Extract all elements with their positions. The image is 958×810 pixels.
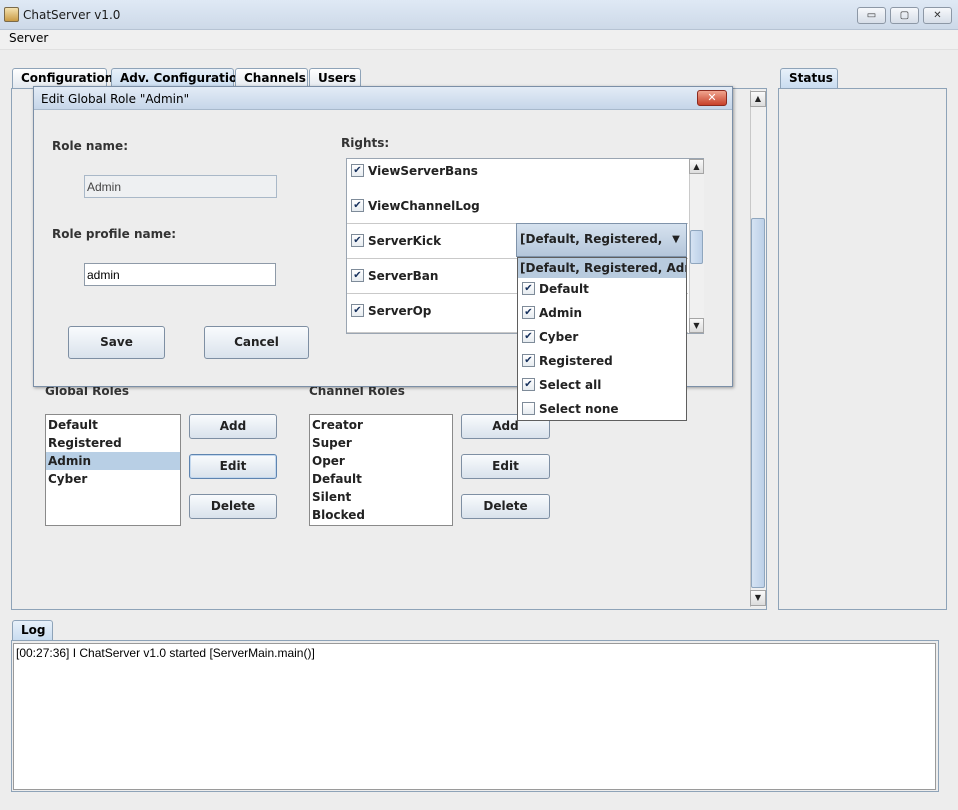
menu-bar bbox=[0, 30, 958, 50]
combo-value: [Default, Registered, Ad... bbox=[520, 232, 665, 246]
checkbox-serverban[interactable]: ✔ bbox=[351, 269, 364, 282]
global-roles-list[interactable]: Default Registered Admin Cyber bbox=[45, 414, 181, 526]
minimize-button[interactable]: ▭ bbox=[857, 7, 886, 24]
checkbox-select-none[interactable] bbox=[522, 402, 535, 415]
edit-channel-role-button[interactable]: Edit bbox=[461, 454, 550, 479]
role-name-label: Role name: bbox=[52, 139, 128, 153]
checkbox-serverop[interactable]: ✔ bbox=[351, 304, 364, 317]
dialog-close-button[interactable]: ✕ bbox=[697, 90, 727, 106]
list-item[interactable]: Silent bbox=[310, 488, 452, 506]
tab-log[interactable]: Log bbox=[12, 620, 53, 640]
checkbox-serverkick[interactable]: ✔ bbox=[351, 234, 364, 247]
right-label-serverban: ServerBan bbox=[368, 269, 439, 283]
channel-roles-list[interactable]: Creator Super Oper Default Silent Blocke… bbox=[309, 414, 453, 526]
popup-label-admin: Admin bbox=[539, 306, 583, 320]
popup-label-select-all: Select all bbox=[539, 378, 602, 392]
list-item[interactable]: Creator bbox=[310, 416, 452, 434]
right-label-viewserverbans: ViewServerBans bbox=[368, 164, 478, 178]
checkbox-registered[interactable]: ✔ bbox=[522, 354, 535, 367]
right-label-serverkick: ServerKick bbox=[368, 234, 442, 248]
checkbox-viewserverbans[interactable]: ✔ bbox=[351, 164, 364, 177]
right-label-serverop: ServerOp bbox=[368, 304, 432, 318]
popup-label-cyber: Cyber bbox=[539, 330, 579, 344]
delete-channel-role-button[interactable]: Delete bbox=[461, 494, 550, 519]
tab-channels[interactable]: Channels bbox=[235, 68, 308, 88]
tab-status[interactable]: Status bbox=[780, 68, 838, 88]
list-item[interactable]: Oper bbox=[310, 452, 452, 470]
list-item[interactable]: Admin bbox=[46, 452, 180, 470]
minimize-icon: ▭ bbox=[866, 10, 877, 21]
close-icon: ✕ bbox=[933, 10, 942, 21]
close-icon: ✕ bbox=[707, 91, 717, 104]
list-item[interactable]: Blocked bbox=[310, 506, 452, 524]
tab-adv-configuration[interactable]: Adv. Configuration bbox=[111, 68, 246, 88]
tab-users[interactable]: Users bbox=[309, 68, 361, 88]
checkbox-admin[interactable]: ✔ bbox=[522, 306, 535, 319]
list-item[interactable]: Super bbox=[310, 434, 452, 452]
list-item[interactable]: Default bbox=[310, 470, 452, 488]
popup-label-default: Default bbox=[539, 282, 589, 296]
role-profile-label: Role profile name: bbox=[52, 227, 177, 241]
maximize-icon: ▢ bbox=[899, 10, 910, 21]
checkbox-cyber[interactable]: ✔ bbox=[522, 330, 535, 343]
edit-global-role-button[interactable]: Edit bbox=[189, 454, 277, 479]
checkbox-viewchannellog[interactable]: ✔ bbox=[351, 199, 364, 212]
role-name-field bbox=[84, 175, 277, 198]
chevron-down-icon[interactable]: ▼ bbox=[666, 224, 686, 256]
popup-label-registered: Registered bbox=[539, 354, 613, 368]
popup-label-select-none: Select none bbox=[539, 402, 619, 416]
close-window-button[interactable]: ✕ bbox=[923, 7, 952, 24]
dialog-title: Edit Global Role "Admin" bbox=[41, 92, 190, 106]
menu-server[interactable]: Server bbox=[9, 31, 48, 45]
main-scroll-thumb[interactable] bbox=[751, 218, 765, 588]
scroll-up-icon[interactable]: ▲ bbox=[750, 91, 766, 107]
log-area[interactable] bbox=[13, 643, 936, 790]
cancel-button[interactable]: Cancel bbox=[204, 326, 309, 359]
rights-label: Rights: bbox=[341, 136, 390, 150]
right-label-viewchannellog: ViewChannelLog bbox=[368, 199, 480, 213]
popup-header-text: [Default, Registered, Admin, Cyber] bbox=[520, 261, 686, 275]
list-item[interactable]: Registered bbox=[46, 434, 180, 452]
scroll-down-icon[interactable]: ▼ bbox=[689, 318, 704, 333]
checkbox-select-all[interactable]: ✔ bbox=[522, 378, 535, 391]
list-item[interactable]: Cyber bbox=[46, 470, 180, 488]
scroll-down-icon[interactable]: ▼ bbox=[750, 590, 766, 606]
scroll-up-icon[interactable]: ▲ bbox=[689, 159, 704, 174]
add-global-role-button[interactable]: Add bbox=[189, 414, 277, 439]
maximize-button[interactable]: ▢ bbox=[890, 7, 919, 24]
checkbox-default[interactable]: ✔ bbox=[522, 282, 535, 295]
title-bar bbox=[0, 0, 958, 30]
delete-global-role-button[interactable]: Delete bbox=[189, 494, 277, 519]
log-line: [00:27:36] I ChatServer v1.0 started [Se… bbox=[16, 646, 315, 660]
save-button[interactable]: Save bbox=[68, 326, 165, 359]
role-profile-field[interactable] bbox=[84, 263, 276, 286]
app-icon bbox=[4, 7, 19, 22]
tab-configuration[interactable]: Configuration bbox=[12, 68, 113, 88]
window-title: ChatServer v1.0 bbox=[23, 8, 121, 22]
rights-scroll-thumb[interactable] bbox=[690, 230, 703, 264]
status-panel bbox=[778, 88, 947, 610]
list-item[interactable]: Default bbox=[46, 416, 180, 434]
